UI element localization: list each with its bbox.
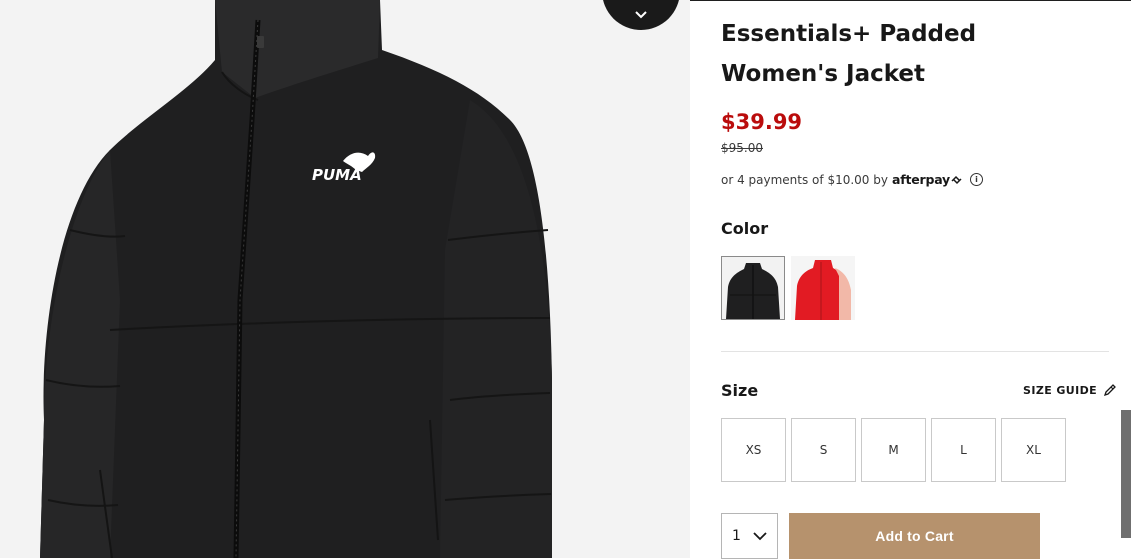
color-swatch-red[interactable] (791, 256, 855, 320)
afterpay-logo-text: afterpay (891, 172, 951, 187)
puma-logo: PUMA (312, 166, 362, 184)
size-option-xs[interactable]: XS (721, 418, 786, 482)
ruler-pencil-icon (1104, 384, 1116, 397)
section-divider (721, 351, 1109, 352)
size-option-s[interactable]: S (791, 418, 856, 482)
original-price: $95.00 (721, 141, 763, 155)
afterpay-info: or 4 payments of $10.00 by afterpay i (721, 172, 984, 187)
sale-price: $39.99 (721, 110, 803, 134)
size-label: Size (721, 381, 759, 400)
product-title: Essentials+ Padded Women's Jacket (721, 21, 977, 87)
color-swatch-black[interactable] (721, 256, 785, 320)
black-jacket-thumbnail (722, 257, 784, 319)
chevron-down-icon (635, 11, 647, 19)
afterpay-text: or 4 payments of $10.00 by (721, 172, 888, 187)
size-option-l[interactable]: L (931, 418, 996, 482)
color-label: Color (721, 219, 769, 238)
afterpay-arrows-icon (951, 175, 962, 184)
afterpay-logo[interactable]: afterpay (892, 172, 963, 187)
size-option-m[interactable]: M (861, 418, 926, 482)
size-option-xl[interactable]: XL (1001, 418, 1066, 482)
scrollbar-thumb[interactable] (1121, 410, 1131, 538)
chevron-down-icon (753, 531, 767, 540)
size-guide-label: SIZE GUIDE (1023, 383, 1098, 397)
red-jacket-thumbnail (791, 256, 855, 320)
info-icon[interactable]: i (970, 173, 984, 186)
quantity-select[interactable]: 1 (721, 513, 778, 559)
add-to-cart-button[interactable]: Add to Cart (789, 513, 1040, 559)
jacket-photo: PUMA (40, 0, 552, 558)
product-image[interactable]: PUMA (0, 0, 690, 558)
quantity-value: 1 (732, 528, 741, 544)
size-guide-link[interactable]: SIZE GUIDE (1023, 383, 1117, 397)
